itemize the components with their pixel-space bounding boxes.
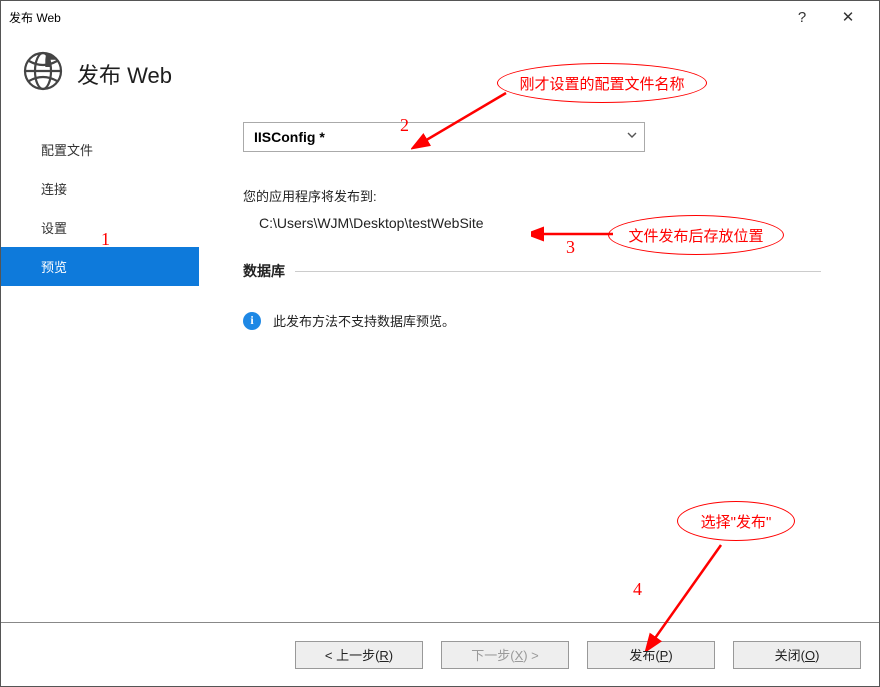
database-title: 数据库 — [243, 261, 285, 281]
sidebar-item-preview[interactable]: 预览 — [1, 247, 199, 286]
publish-target-path: C:\Users\WJM\Desktop\testWebSite — [243, 215, 821, 231]
dialog-window: 发布 Web ? ✕ 发布 Web 配置文件 连接 设置 预览 — [0, 0, 880, 687]
close-button[interactable]: ✕ — [825, 1, 871, 33]
dialog-body: 配置文件 连接 设置 预览 IISConfig * 您的应用程序将发布到: C:… — [1, 116, 879, 622]
title-bar: 发布 Web ? ✕ — [1, 1, 879, 33]
chevron-down-icon — [626, 128, 638, 144]
dialog-footer: < 上一步(R) 下一步(X) > 发布(P) 关闭(O) — [1, 622, 879, 686]
profile-dropdown[interactable]: IISConfig * — [243, 122, 645, 152]
profile-value: IISConfig * — [254, 129, 325, 145]
database-info-row: i 此发布方法不支持数据库预览。 — [243, 311, 821, 330]
info-icon: i — [243, 312, 261, 330]
sidebar-item-profile[interactable]: 配置文件 — [1, 130, 199, 169]
help-button[interactable]: ? — [779, 1, 825, 33]
sidebar-item-settings[interactable]: 设置 — [1, 208, 199, 247]
main-panel: IISConfig * 您的应用程序将发布到: C:\Users\WJM\Des… — [199, 116, 879, 622]
sidebar: 配置文件 连接 设置 预览 — [1, 116, 199, 622]
close-dialog-button[interactable]: 关闭(O) — [733, 641, 861, 669]
dialog-title: 发布 Web — [77, 58, 172, 90]
database-section-header: 数据库 — [243, 261, 821, 281]
publish-button[interactable]: 发布(P) — [587, 641, 715, 669]
publish-target-label: 您的应用程序将发布到: — [243, 186, 821, 205]
divider — [295, 271, 821, 272]
dialog-header: 发布 Web — [1, 33, 879, 116]
database-info-text: 此发布方法不支持数据库预览。 — [273, 311, 455, 330]
next-button: 下一步(X) > — [441, 641, 569, 669]
prev-button[interactable]: < 上一步(R) — [295, 641, 423, 669]
globe-icon — [23, 51, 63, 96]
sidebar-item-connection[interactable]: 连接 — [1, 169, 199, 208]
window-title: 发布 Web — [9, 9, 779, 26]
